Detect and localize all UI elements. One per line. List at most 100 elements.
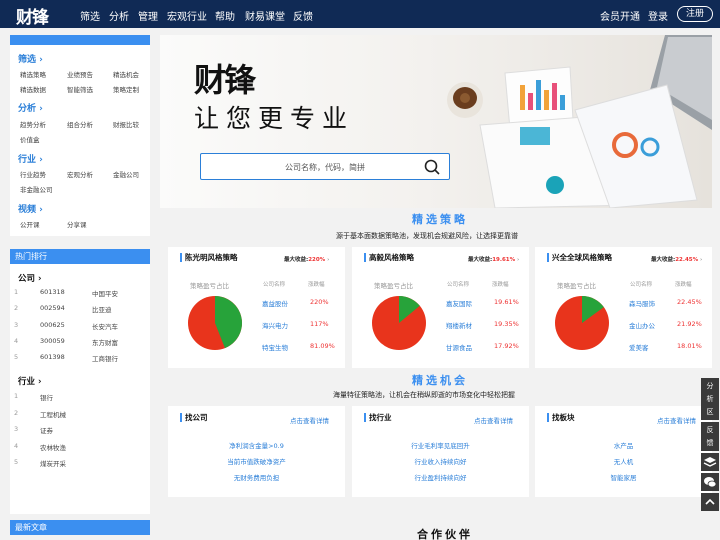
strategy-card[interactable]: 兴全全球风格策略 最大收益:22.45% › 策略盈亏占比 公司名称 涨跌幅 森…: [535, 247, 712, 368]
opportunity-link[interactable]: 智能家居: [535, 472, 712, 482]
table-row[interactable]: 5 601398 工商银行: [10, 353, 150, 365]
list-item[interactable]: 5 煤炭开采: [10, 458, 150, 470]
sidebar-link[interactable]: 精选数据: [20, 84, 46, 94]
stock-code: 601318: [40, 288, 65, 296]
sidebar-link[interactable]: 智能筛选: [67, 84, 93, 94]
sidebar-link[interactable]: 金融公司: [113, 169, 139, 179]
layers-tab[interactable]: [701, 453, 719, 471]
sidebar-link[interactable]: 行业趋势: [20, 169, 46, 179]
sidebar-link[interactable]: 精选策略: [20, 69, 46, 79]
section-industry[interactable]: 行业 ›: [18, 152, 43, 165]
opportunity-card[interactable]: 找板块 点击查看详情 水产品 无人机 智能家居: [535, 406, 712, 497]
nav-item-classroom[interactable]: 财易课堂: [245, 8, 285, 23]
section-video[interactable]: 视频 ›: [18, 202, 43, 215]
view-details-link[interactable]: 点击查看详情: [657, 415, 696, 425]
chevron-right-icon: ›: [37, 377, 42, 387]
list-item[interactable]: 2 工程机械: [10, 409, 150, 421]
membership-link[interactable]: 会员开通: [600, 8, 640, 23]
opportunity-card[interactable]: 找公司 点击查看详情 净利润含金量>0.9 当前市值跌破净资产 无财务费用负担: [168, 406, 345, 497]
rank-number: 3: [14, 320, 19, 329]
sidebar-link[interactable]: 财报比较: [113, 119, 139, 129]
chevron-right-icon[interactable]: ›: [700, 257, 702, 263]
view-details-link[interactable]: 点击查看详情: [474, 415, 513, 425]
sidebar-link[interactable]: 策略定制: [113, 84, 139, 94]
industry-name: 工程机械: [40, 410, 66, 419]
nav-item-feedback[interactable]: 反馈: [293, 8, 313, 23]
analysis-zone-tab[interactable]: 分析区: [701, 378, 719, 420]
sidebar-link[interactable]: 精选机会: [113, 69, 139, 79]
company-name: 比亚迪: [92, 306, 112, 315]
strategy-card[interactable]: 高毅风格策略 最大收益:19.61% › 策略盈亏占比 公司名称 涨跌幅 嘉友国…: [352, 247, 529, 368]
company-name: 东方财富: [92, 338, 118, 347]
sidebar-link[interactable]: 趋势分析: [20, 119, 46, 129]
nav-item-macro[interactable]: 宏观行业: [167, 8, 207, 23]
search-box[interactable]: 公司名称，代码，简拼: [200, 153, 450, 180]
sidebar-link[interactable]: 业绩预告: [67, 69, 93, 79]
opportunity-link[interactable]: 水产品: [535, 440, 712, 450]
opportunity-link[interactable]: 行业毛利率见底回升: [352, 440, 529, 450]
search-input[interactable]: 公司名称，代码，简拼: [285, 162, 365, 173]
table-row[interactable]: 4 300059 东方财富: [10, 337, 150, 349]
table-row[interactable]: 2 002594 比亚迪: [10, 304, 150, 316]
stock-change: 18.01%: [677, 342, 702, 350]
chevron-right-icon[interactable]: ›: [517, 257, 519, 263]
opportunity-link[interactable]: 行业收入持续向好: [352, 456, 529, 466]
strategy-card[interactable]: 陈光明风格策略 最大收益:220% › 策略盈亏占比 公司名称 涨跌幅 嘉益股份…: [168, 247, 345, 368]
section-title: 行业: [18, 155, 37, 165]
company-rank-title[interactable]: 公司 ›: [18, 272, 42, 284]
top-nav: 财锋 筛选 分析 管理 宏观行业 帮助 财易课堂 反馈 会员开通 登录 注册: [0, 0, 720, 28]
table-row[interactable]: 1 601318 中国平安: [10, 288, 150, 300]
stock-link[interactable]: 甘源食品: [446, 342, 472, 352]
nav-item-manage[interactable]: 管理: [138, 8, 158, 23]
back-to-top-tab[interactable]: [701, 493, 719, 511]
sidebar-link[interactable]: 组合分析: [67, 119, 93, 129]
nav-item-screen[interactable]: 筛选: [80, 8, 100, 23]
opportunity-link[interactable]: 当前市值跌破净资产: [168, 456, 345, 466]
opportunity-card[interactable]: 找行业 点击查看详情 行业毛利率见底回升 行业收入持续向好 行业盈利持续向好: [352, 406, 529, 497]
industry-name: 证券: [40, 427, 53, 435]
stock-link[interactable]: 翔楼新材: [446, 320, 472, 330]
sidebar-link[interactable]: 分享课: [67, 219, 87, 229]
chevron-right-icon: ›: [39, 104, 43, 114]
rank-number: 3: [14, 425, 19, 433]
opportunity-link[interactable]: 无人机: [535, 456, 712, 466]
stock-link[interactable]: 金山办公: [629, 320, 655, 330]
chevron-right-icon[interactable]: ›: [327, 257, 329, 263]
logo[interactable]: 财锋: [16, 3, 49, 28]
section-screen[interactable]: 筛选 ›: [18, 52, 43, 65]
stock-link[interactable]: 特宝生物: [262, 342, 288, 352]
register-button[interactable]: 注册: [677, 6, 713, 22]
login-link[interactable]: 登录: [648, 8, 668, 23]
nav-item-help[interactable]: 帮助: [215, 8, 235, 23]
sidebar-link[interactable]: 价值盒: [20, 134, 40, 144]
company-name: 长安汽车: [92, 322, 118, 331]
stock-link[interactable]: 森马服饰: [629, 298, 655, 308]
max-return-value: 22.45%: [675, 257, 699, 263]
wechat-tab[interactable]: [701, 473, 719, 491]
section-title: 视频: [18, 205, 37, 215]
stock-link[interactable]: 海兴电力: [262, 320, 288, 330]
max-return-label: 最大收益:: [651, 257, 676, 263]
banner-brand: 财锋: [194, 61, 256, 99]
nav-item-analysis[interactable]: 分析: [109, 8, 129, 23]
stock-link[interactable]: 嘉益股份: [262, 298, 288, 308]
rank-number: 2: [14, 304, 19, 313]
stock-link[interactable]: 爱美客: [629, 342, 649, 352]
opportunity-link[interactable]: 行业盈利持续向好: [352, 472, 529, 482]
sidebar-link[interactable]: 非金融公司: [20, 184, 53, 194]
view-details-link[interactable]: 点击查看详情: [290, 415, 329, 425]
stock-link[interactable]: 嘉友国际: [446, 298, 472, 308]
opportunity-link[interactable]: 净利润含金量>0.9: [168, 440, 345, 450]
stock-change: 81.09%: [310, 342, 335, 350]
list-item[interactable]: 3 证券: [10, 425, 150, 437]
col-header-change: 涨跌幅: [308, 282, 325, 288]
sidebar-link[interactable]: 宏观分析: [67, 169, 93, 179]
section-analysis[interactable]: 分析 ›: [18, 101, 43, 114]
sidebar-link[interactable]: 公开课: [20, 219, 40, 229]
list-item[interactable]: 1 银行: [10, 392, 150, 404]
feedback-tab[interactable]: 反馈: [701, 422, 719, 451]
table-row[interactable]: 3 000625 长安汽车: [10, 321, 150, 333]
opportunity-link[interactable]: 无财务费用负担: [168, 472, 345, 482]
industry-rank-title[interactable]: 行业 ›: [18, 375, 42, 387]
list-item[interactable]: 4 农林牧渔: [10, 442, 150, 454]
